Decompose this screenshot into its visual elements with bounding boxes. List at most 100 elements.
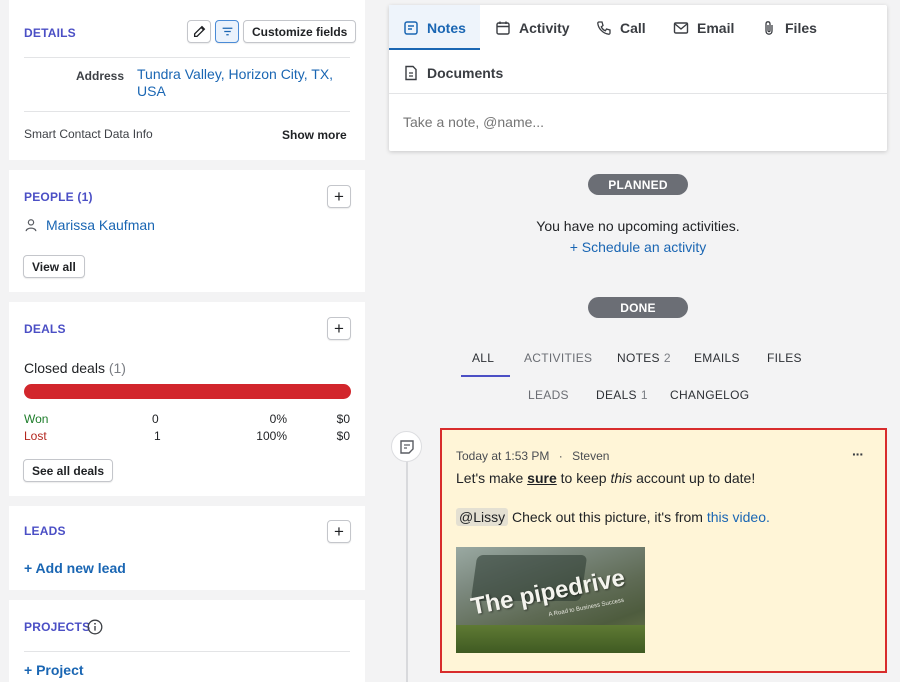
edit-button[interactable] (187, 20, 211, 43)
tab-notes[interactable]: Notes (403, 5, 466, 50)
note-line1-c: to keep (556, 470, 611, 486)
note-author: Steven (572, 449, 610, 463)
address-label: Address (76, 69, 125, 83)
details-card: DETAILS Customize fields Address Tundra … (9, 0, 365, 160)
tab-documents[interactable]: Documents (403, 50, 503, 95)
tab-email[interactable]: Email (673, 5, 734, 50)
note-more-menu[interactable]: ··· (852, 446, 864, 462)
note-marker-icon (399, 439, 414, 454)
address-value-link[interactable]: Tundra Valley, Horizon City, TX, USA (137, 66, 347, 100)
address-divider (24, 111, 350, 112)
projects-title: PROJECTS (24, 620, 91, 634)
done-pill: DONE (588, 297, 688, 318)
notes-icon (404, 20, 418, 35)
envelope-icon (673, 21, 689, 34)
add-person-button[interactable]: + (327, 185, 351, 208)
won-percent: 0% (269, 412, 287, 426)
filter-tab-files[interactable]: FILES (767, 351, 802, 365)
note-line1-a: Let's make (456, 470, 528, 486)
add-deal-button[interactable]: + (327, 317, 351, 340)
lost-count: 1 (154, 429, 161, 443)
see-all-deals-button[interactable]: See all deals (23, 459, 114, 482)
note-line-1: Let's make sure to keep this account up … (456, 470, 755, 486)
planned-pill: PLANNED (588, 174, 688, 195)
won-amount: $0 (336, 412, 350, 426)
closed-deals-label: Closed deals (1) (24, 360, 126, 376)
filter-all-underline (461, 375, 510, 377)
timeline-note-marker (391, 431, 422, 462)
filter-activities-label: ACTIVITIES (524, 351, 593, 365)
filter-tab-emails[interactable]: EMAILS (694, 351, 740, 365)
thumb-grass (456, 625, 645, 653)
note-timestamp: Today at 1:53 PM (456, 449, 550, 463)
won-count: 0 (152, 412, 159, 426)
view-all-button[interactable]: View all (23, 255, 85, 278)
people-title: PEOPLE (1) (24, 190, 93, 204)
closed-deals-count: (1) (108, 360, 126, 376)
closed-deals-text: Closed deals (24, 360, 105, 376)
add-new-lead-link[interactable]: + Add new lead (24, 560, 126, 576)
filter-tab-deals[interactable]: DEALS 1 (596, 388, 648, 402)
video-link[interactable]: this video. (707, 509, 770, 525)
show-more-link[interactable]: Show more (282, 128, 347, 142)
deals-title: DEALS (24, 322, 66, 336)
note-card[interactable]: Today at 1:53 PM · Steven ··· Let's make… (440, 428, 887, 673)
filter-all-label: ALL (472, 351, 495, 365)
video-thumbnail[interactable]: The pipedrive A Road to Business Success (456, 547, 645, 653)
person-icon (25, 219, 37, 232)
pencil-icon (193, 25, 205, 38)
document-icon (405, 65, 417, 80)
tab-email-label: Email (697, 19, 735, 36)
note-meta: Today at 1:53 PM · Steven (456, 449, 609, 463)
filter-tab-changelog[interactable]: CHANGELOG (670, 388, 749, 402)
composer-panel: Notes Activity Call Email Files Document… (389, 5, 887, 151)
note-line2-a: Check out this picture, it's from (508, 509, 707, 525)
leads-title: LEADS (24, 524, 66, 538)
filter-tab-all[interactable]: ALL (472, 351, 494, 365)
filter-notes-label: NOTES (617, 351, 660, 365)
tab-files[interactable]: Files (761, 5, 817, 50)
projects-divider (24, 651, 350, 652)
customize-fields-button[interactable]: Customize fields (243, 20, 357, 43)
filter-tab-leads[interactable]: LEADS (528, 388, 569, 402)
details-divider (24, 57, 350, 58)
deals-progress-bar (24, 384, 351, 399)
lost-percent: 100% (256, 429, 287, 443)
filter-tab-activities[interactable]: ACTIVITIES (524, 351, 592, 365)
filter-button[interactable] (215, 20, 239, 43)
tab-call-label: Call (620, 19, 646, 36)
filter-deals-label: DEALS (596, 388, 637, 402)
projects-card: PROJECTS + Project (9, 600, 365, 682)
mention-chip[interactable]: @Lissy (456, 508, 509, 526)
tab-files-label: Files (785, 19, 817, 36)
calendar-icon (496, 21, 510, 35)
phone-icon (597, 20, 611, 35)
filter-notes-count: 2 (663, 351, 671, 365)
filter-files-label: FILES (767, 351, 802, 365)
deals-card: DEALS + Closed deals (1) Won 0 0% $0 Los… (9, 302, 365, 496)
filter-icon (222, 27, 232, 36)
tab-call[interactable]: Call (596, 5, 646, 50)
note-separator: · (558, 449, 563, 463)
add-lead-plus-button[interactable]: + (327, 520, 351, 543)
note-line-2: @Lissy Check out this picture, it's from… (456, 508, 770, 526)
info-icon[interactable] (87, 619, 103, 635)
won-label: Won (24, 412, 49, 426)
note-italic: this (610, 470, 633, 486)
tab-activity[interactable]: Activity (495, 5, 570, 50)
schedule-activity-link[interactable]: + Schedule an activity (389, 239, 887, 255)
tab-documents-label: Documents (427, 64, 504, 81)
leads-card: LEADS + + Add new lead (9, 506, 365, 590)
filter-tab-notes[interactable]: NOTES 2 (617, 351, 671, 365)
paperclip-icon (765, 20, 773, 35)
composer-divider (389, 93, 887, 94)
filter-deals-count: 1 (640, 388, 648, 402)
add-project-link[interactable]: + Project (24, 662, 84, 678)
lost-amount: $0 (336, 429, 350, 443)
no-activities-text: You have no upcoming activities. (536, 218, 740, 234)
details-title: DETAILS (24, 26, 76, 40)
note-line1-e: account up to date! (632, 470, 756, 486)
person-link[interactable]: Marissa Kaufman (46, 217, 155, 233)
note-input[interactable] (403, 108, 873, 136)
lost-label: Lost (24, 429, 47, 443)
